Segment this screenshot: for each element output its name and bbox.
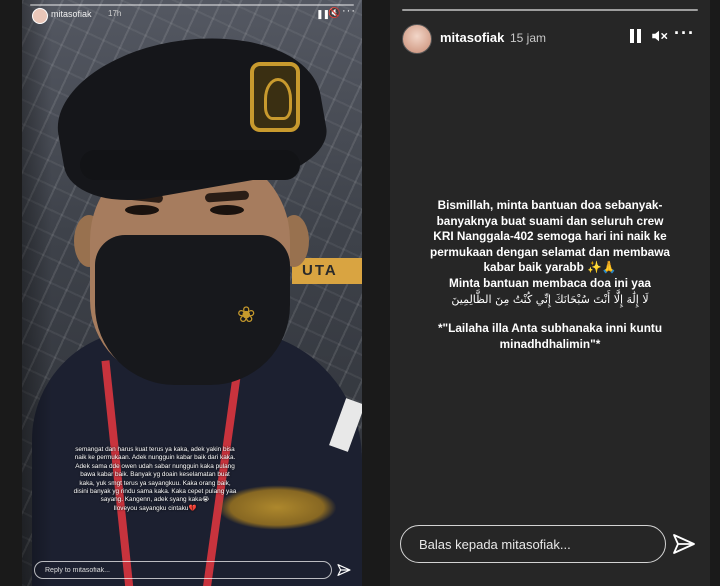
eye-left [125, 205, 159, 215]
more-icon[interactable]: ··· [342, 5, 356, 17]
mask-logo-icon: ❀ [237, 302, 256, 327]
more-icon[interactable]: ··· [674, 23, 695, 44]
story-progress-bar [402, 9, 698, 11]
story-timestamp: 15 jam [510, 31, 547, 45]
story-progress-bar [30, 4, 354, 6]
story-timestamp: 17h [108, 9, 122, 18]
story-text-main: Bismillah, minta bantuan doa sebanyak- b… [430, 198, 670, 290]
avatar[interactable] [32, 8, 48, 24]
story-text: Bismillah, minta bantuan doa sebanyak- b… [404, 198, 696, 352]
left-story-panel[interactable]: UTA ❀ mitasofiak 17h ❚❚ 🔇 ··· semangat d… [22, 0, 362, 586]
beret-band [80, 150, 300, 180]
reply-input[interactable] [34, 561, 332, 579]
send-icon[interactable] [672, 532, 696, 556]
avatar[interactable] [402, 24, 432, 54]
shade-overlay [22, 0, 52, 586]
story-caption: semangat dan harus kuat terus ya kaka, a… [73, 446, 237, 512]
right-story-panel[interactable]: mitasofiak 15 jam ··· Bismillah, minta b… [390, 0, 710, 586]
story-username[interactable]: mitasofiak [51, 9, 92, 19]
story-username[interactable]: mitasofiak [440, 30, 504, 45]
reply-input[interactable] [400, 525, 666, 563]
send-icon[interactable] [336, 562, 352, 578]
beret-badge [250, 62, 300, 132]
mute-icon[interactable]: 🔇 [328, 8, 340, 19]
mute-icon[interactable] [650, 27, 668, 45]
story-text-arabic: لَا إِلَٰهَ إِلَّا أَنْتَ سُبْحَانَكَ إِ… [451, 292, 649, 306]
pause-icon[interactable] [630, 29, 642, 43]
eye-right [210, 205, 244, 215]
story-text-transliteration: *"Lailaha illa Anta subhanaka inni kuntu… [437, 321, 663, 351]
